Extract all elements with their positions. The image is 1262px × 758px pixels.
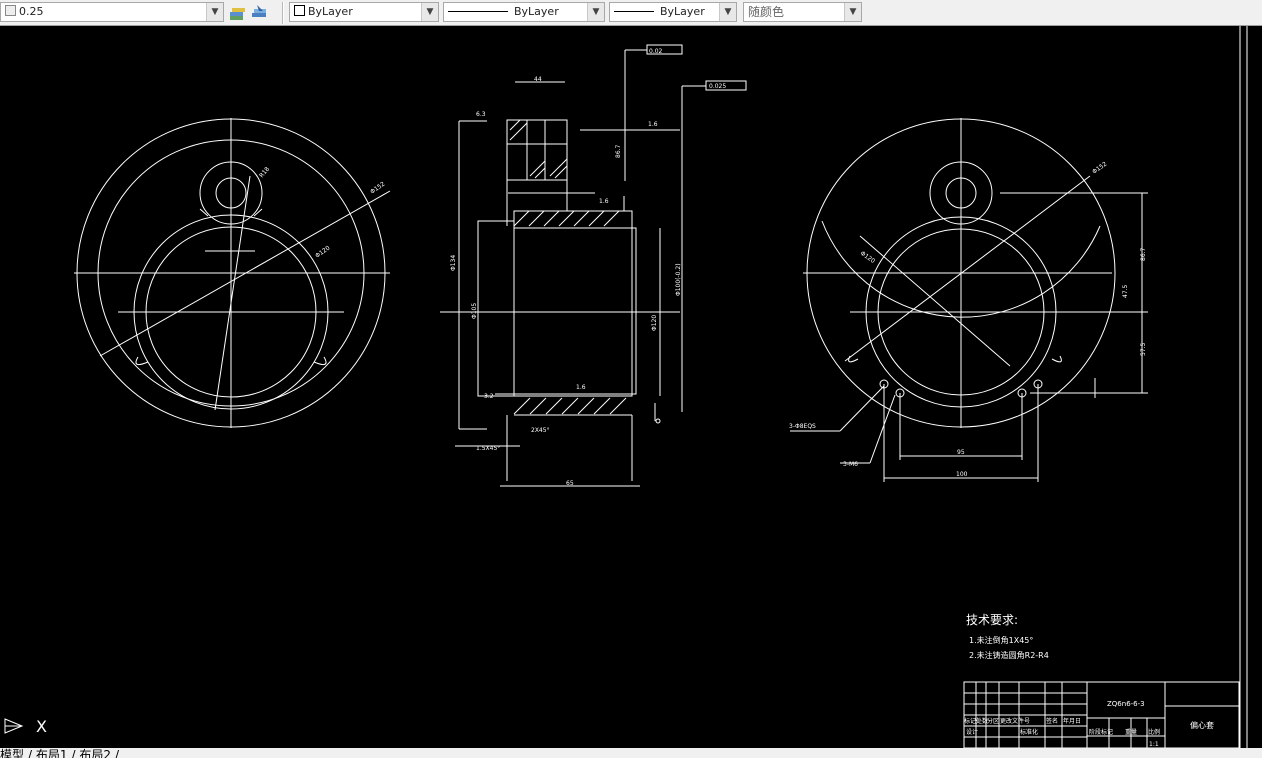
color-combo[interactable]: ByLayer ▼ xyxy=(289,2,439,22)
dim-text: Φ134 xyxy=(450,255,457,271)
drawing-number: ZQ6n6-6-3 xyxy=(1107,700,1145,708)
dim-text: Φ120 xyxy=(314,245,331,260)
dim-text: 100 xyxy=(956,471,968,478)
dim-text: Φ120 xyxy=(651,315,658,331)
tb-label: 标准化 xyxy=(1020,728,1038,736)
chevron-down-icon[interactable]: ▼ xyxy=(844,3,861,21)
lineweight2-value: ByLayer xyxy=(660,5,705,18)
chevron-down-icon[interactable]: ▼ xyxy=(206,3,223,21)
tb-label: 签名 xyxy=(1046,717,1058,725)
dim-text: 57.5 xyxy=(1140,342,1147,356)
part-name: 偏心套 xyxy=(1190,720,1214,730)
dim-text: 86.7 xyxy=(1140,247,1147,261)
lineweight-swatch-icon xyxy=(5,5,16,16)
tb-label: 阶段标记 xyxy=(1089,728,1113,736)
tb-label: 分区 xyxy=(987,717,999,725)
lineweight-sample-icon xyxy=(614,11,654,12)
tech-req-item: 2.未注铸造圆角R2-R4 xyxy=(969,650,1049,660)
drawing-canvas[interactable]: Φ152 Φ120 R18 44 65 Φ134 Φ105 Φ100(-0.2)… xyxy=(0,26,1262,748)
dim-text: 1.6 xyxy=(576,384,586,391)
tb-label: 更改文件号 xyxy=(1000,717,1030,725)
chevron-down-icon[interactable]: ▼ xyxy=(587,3,604,21)
dim-text: 6.3 xyxy=(476,111,486,118)
tb-label: 标记 xyxy=(964,717,976,725)
dim-text: Φ105 xyxy=(471,303,478,319)
dim-text: 86.7 xyxy=(615,144,622,158)
color-value: ByLayer xyxy=(308,5,353,18)
properties-toolbar: 0.25 ▼ ByLayer ▼ ByLayer ▼ ByLayer ▼ 随颜色… xyxy=(0,0,1262,26)
chevron-down-icon[interactable]: ▼ xyxy=(719,3,736,21)
dim-text: Φ120 xyxy=(859,250,876,265)
layer-states-icon[interactable] xyxy=(227,3,247,23)
tb-label: 设计 xyxy=(966,728,978,736)
layer-manager-icon[interactable] xyxy=(249,3,269,23)
ucs-icon xyxy=(4,718,24,734)
tb-label: 比例 xyxy=(1148,728,1160,736)
dim-text: Φ152 xyxy=(1091,161,1108,176)
toolbar-separator xyxy=(282,2,284,24)
dim-text: Φ152 xyxy=(369,181,386,196)
tb-label: 1:1 xyxy=(1149,741,1159,748)
tech-req-title: 技术要求: xyxy=(966,613,1018,627)
lineweight-value: 0.25 xyxy=(19,5,44,18)
tab-layout2[interactable]: 布局2 xyxy=(79,748,111,758)
plotstyle-combo[interactable]: 随颜色 ▼ xyxy=(743,2,862,22)
tab-model[interactable]: 模型 xyxy=(0,748,24,758)
tech-req-item: 1.未注倒角1X45° xyxy=(969,635,1033,645)
lineweight2-combo[interactable]: ByLayer ▼ xyxy=(609,2,737,22)
title-block xyxy=(963,681,1240,748)
dim-text: Φ100(-0.2) xyxy=(675,263,682,296)
dim-text: 1.6 xyxy=(648,121,658,128)
dim-text: 3-Φ8EQS xyxy=(789,423,816,430)
dim-text: 47.5 xyxy=(1122,284,1129,298)
dim-text: 3.2 xyxy=(484,393,494,400)
linetype-value: ByLayer xyxy=(514,5,559,18)
color-swatch-icon xyxy=(294,5,305,16)
dim-text: 65 xyxy=(566,480,574,487)
dim-text: 1.5X45° xyxy=(476,445,500,452)
tb-label: 重量 xyxy=(1125,728,1137,736)
left-view xyxy=(74,118,391,428)
section-view xyxy=(440,44,747,487)
dim-text: 44 xyxy=(534,76,542,83)
chevron-down-icon[interactable]: ▼ xyxy=(421,3,438,21)
ucs-x-label: X xyxy=(36,717,47,736)
dim-text: R18 xyxy=(258,166,271,180)
dim-text: 0.025 xyxy=(709,83,726,90)
dim-text: 95 xyxy=(957,449,965,456)
layout-tabs: 模型 / 布局1/ 布局2/ xyxy=(0,748,1262,758)
dim-text: 2X45° xyxy=(531,427,550,434)
plotstyle-value: 随颜色 xyxy=(748,5,785,19)
tb-label: 年月日 xyxy=(1063,717,1081,725)
linetype-combo[interactable]: ByLayer ▼ xyxy=(443,2,605,22)
dim-text: 1.6 xyxy=(599,198,609,205)
linetype-sample-icon xyxy=(448,11,508,12)
dim-text: 3-M6 xyxy=(843,461,858,468)
tab-layout1[interactable]: 布局1 xyxy=(36,748,68,758)
lineweight-combo[interactable]: 0.25 ▼ xyxy=(0,2,224,22)
dim-text: 0.02 xyxy=(649,48,663,55)
